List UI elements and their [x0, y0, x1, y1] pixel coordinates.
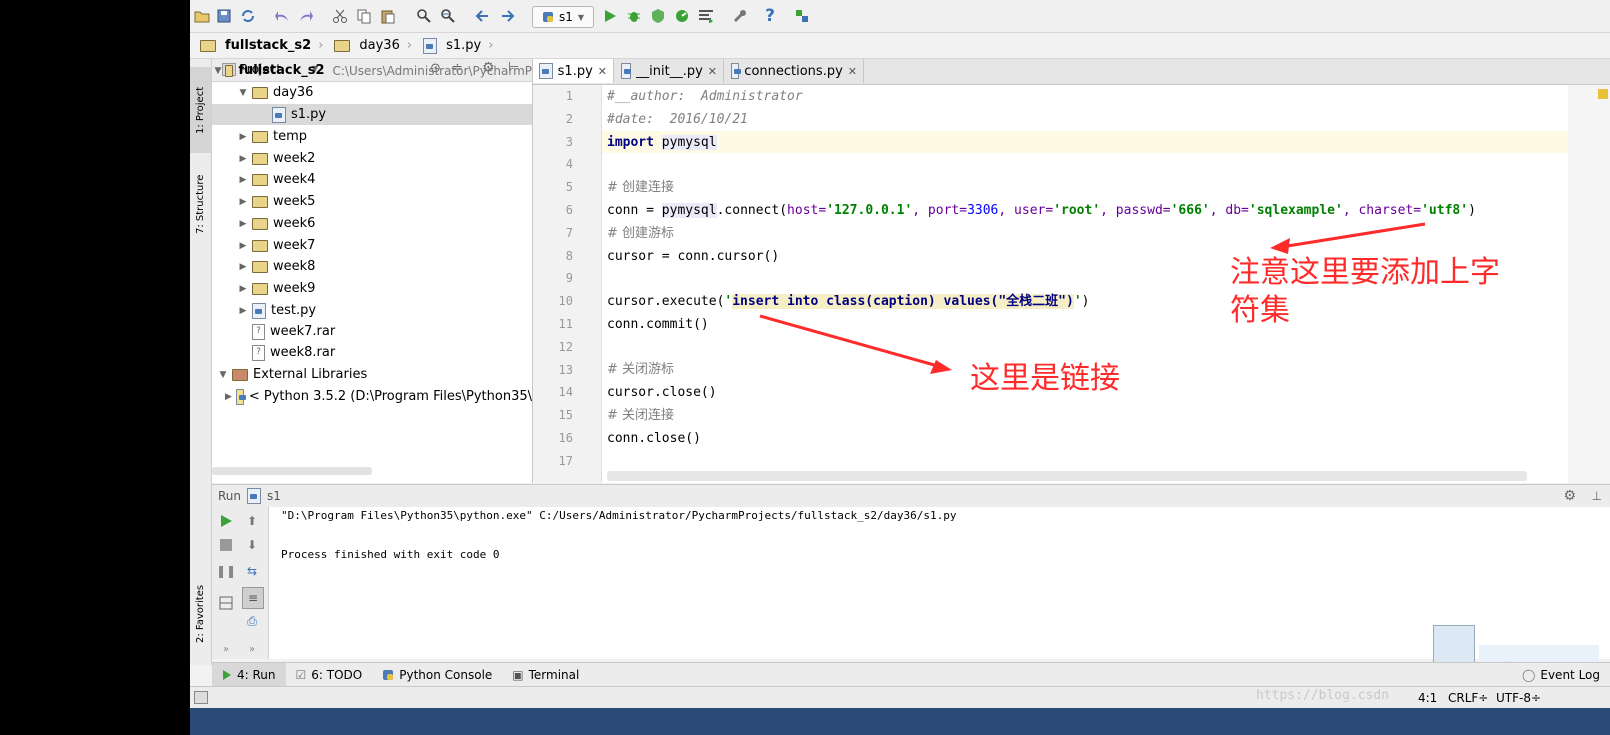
file-encoding[interactable]: UTF-8÷: [1496, 691, 1541, 705]
tool-tab-favorites[interactable]: 2: Favorites: [190, 573, 211, 655]
tab-terminal[interactable]: ▣ Terminal: [502, 663, 589, 686]
hide-icon[interactable]: ⊥: [1592, 489, 1602, 503]
event-log-icon: ◯: [1521, 667, 1536, 682]
scroll-to-end-icon[interactable]: ≡: [242, 587, 264, 609]
tab-event-log[interactable]: ◯ Event Log: [1512, 663, 1610, 686]
todo-icon: ☑: [295, 667, 307, 682]
bottom-tool-tabs: 4: Run ☑ 6: TODO Python Console ▣ Terminal…: [212, 662, 1610, 686]
more-icon[interactable]: »: [216, 639, 236, 659]
python-icon: [383, 669, 394, 680]
status-bar: 4:1 CRLF÷ UTF-8÷: [190, 686, 1610, 709]
annotation-arrowhead: [930, 360, 952, 374]
annotation-arrows: [759, 222, 1426, 374]
layout-icon[interactable]: [216, 593, 236, 613]
soft-wrap-icon[interactable]: ⇆: [242, 561, 262, 581]
run-panel-header: Run s1 ⚙ ⊥: [212, 484, 1610, 508]
annotation-link-note: 这里是链接: [970, 361, 1120, 396]
tab-python-console[interactable]: Python Console: [372, 663, 502, 686]
tab-run[interactable]: 4: Run: [212, 663, 286, 686]
stop-icon[interactable]: [216, 535, 236, 555]
rerun-icon[interactable]: [216, 511, 236, 531]
run-console[interactable]: "D:\Program Files\Python35\python.exe" C…: [269, 507, 1610, 675]
ime-toolbar[interactable]: 英 ◐ •ⁿ ✎ ▾: [1479, 645, 1599, 675]
up-icon[interactable]: ⬆: [242, 511, 262, 531]
annotation-arrow-link: [759, 314, 946, 370]
run-icon: [223, 669, 231, 680]
status-toggle-icon[interactable]: [194, 691, 208, 704]
annotation-arrow-charset: [1274, 222, 1426, 250]
annotation-charset-note: 注意这里要添加上字 符集: [1230, 255, 1500, 328]
gear-icon[interactable]: ⚙: [1563, 488, 1576, 504]
down-icon[interactable]: ⬇: [242, 535, 262, 555]
pycharm-window: s1 ▼ ? fullstack_s2 › day36 › s1.py › 1:…: [190, 0, 1610, 735]
run-toolbar: ❚❚ ⬆ ⬇ ⇆ ≡ ⎙ » »: [212, 507, 269, 659]
console-exit-line: Process finished with exit code 0: [281, 548, 500, 561]
print-icon[interactable]: ⎙: [242, 611, 262, 631]
caret-position[interactable]: 4:1: [1418, 691, 1437, 705]
python-file-icon: [247, 488, 262, 504]
console-command-line: "D:\Program Files\Python35\python.exe" C…: [281, 509, 957, 522]
tab-todo[interactable]: ☑ 6: TODO: [286, 663, 373, 686]
watermark: https://blog.csdn: [1256, 688, 1390, 703]
run-panel-config: s1: [267, 489, 281, 503]
run-panel-title: Run: [218, 489, 242, 503]
os-taskbar: [190, 708, 1610, 735]
more-icon[interactable]: »: [242, 639, 262, 659]
avatar: [1433, 625, 1475, 667]
annotation-arrowhead: [1270, 238, 1290, 254]
line-separator[interactable]: CRLF÷: [1448, 691, 1488, 705]
pause-icon[interactable]: ❚❚: [216, 561, 236, 581]
terminal-icon: ▣: [512, 667, 524, 682]
